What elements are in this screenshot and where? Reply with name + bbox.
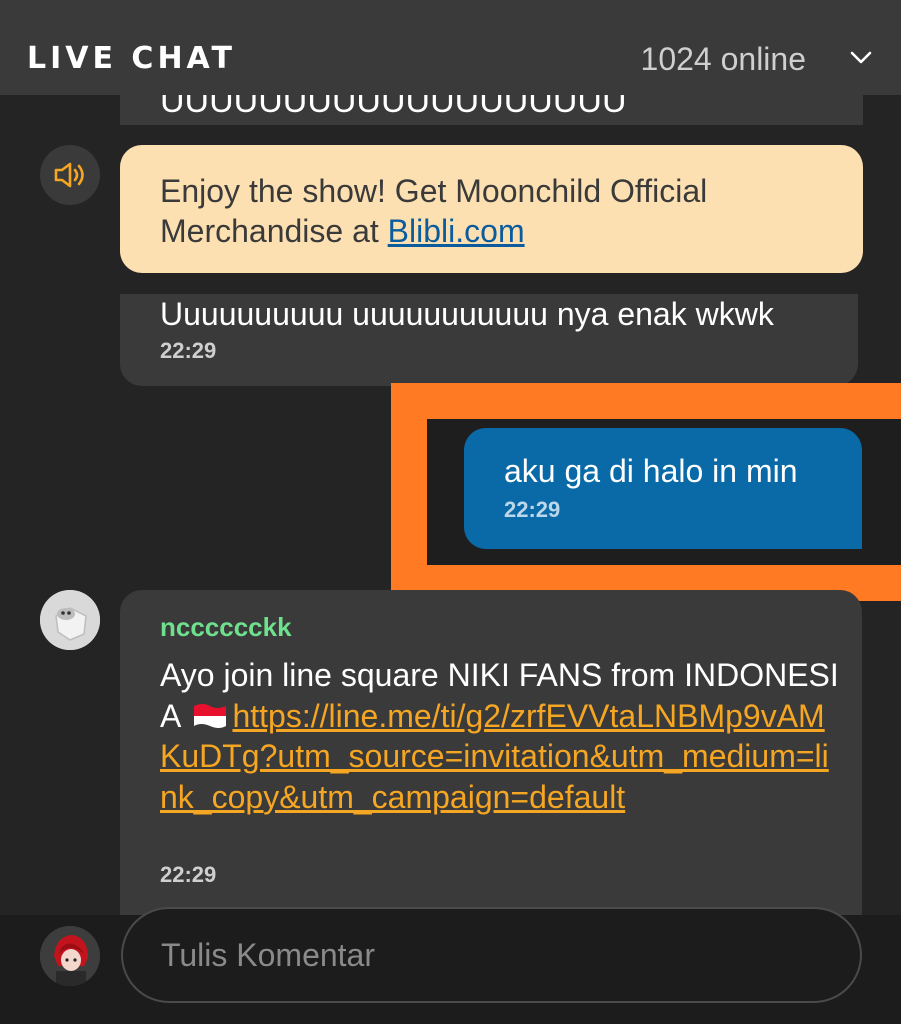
online-count: 1024 online xyxy=(640,41,806,77)
message-text: Ayo join line square NIKI FANS from INDO… xyxy=(160,655,840,817)
user-avatar-image xyxy=(40,590,100,650)
avatar[interactable] xyxy=(40,590,100,650)
announcement-link[interactable]: Blibli.com xyxy=(388,213,525,249)
message-link[interactable]: https://line.me/ti/g2/zrfEVVtaLNBMp9vAMK… xyxy=(160,698,829,815)
live-chat-app: LIVE CHAT 1024 online UUUUUUUUUUUUUUUUUU… xyxy=(0,0,901,1024)
username[interactable]: ncccccckk xyxy=(160,610,292,644)
message-bubble: UUUUUUUUUUUUUUUUUUU xyxy=(120,95,863,125)
message-bubble: ncccccckk Ayo join line square NIKI FANS… xyxy=(120,590,862,915)
message-text: aku ga di halo in min xyxy=(504,453,798,489)
comment-bar xyxy=(0,907,901,1024)
announcement-avatar xyxy=(40,145,100,205)
avatar[interactable] xyxy=(40,926,100,986)
message-time: 22:29 xyxy=(504,497,561,522)
message-bubble: Uuuuuuuuuu uuuuuuuuuuu nya enak wkwk 22:… xyxy=(120,294,858,386)
message-text: UUUUUUUUUUUUUUUUUUU xyxy=(160,95,627,120)
announcement-bubble: Enjoy the show! Get Moonchild Official M… xyxy=(120,145,863,273)
message-list[interactable]: UUUUUUUUUUUUUUUUUUU Enjoy the show! Get … xyxy=(0,95,901,915)
comment-input[interactable] xyxy=(121,907,862,1003)
own-message-bubble[interactable]: aku ga di halo in min 22:29 xyxy=(464,428,862,549)
indonesia-flag-icon xyxy=(194,703,227,728)
collapse-chat-button[interactable] xyxy=(839,38,883,78)
chevron-down-icon xyxy=(850,51,872,64)
speaker-icon xyxy=(54,162,84,188)
chat-header: LIVE CHAT 1024 online xyxy=(0,0,901,95)
my-avatar-image xyxy=(40,926,100,986)
message-time: 22:29 xyxy=(160,338,217,363)
message-time: 22:29 xyxy=(160,862,217,887)
header-title: LIVE CHAT xyxy=(27,41,236,76)
message-text: Uuuuuuuuuu uuuuuuuuuuu nya enak wkwk xyxy=(160,296,774,332)
